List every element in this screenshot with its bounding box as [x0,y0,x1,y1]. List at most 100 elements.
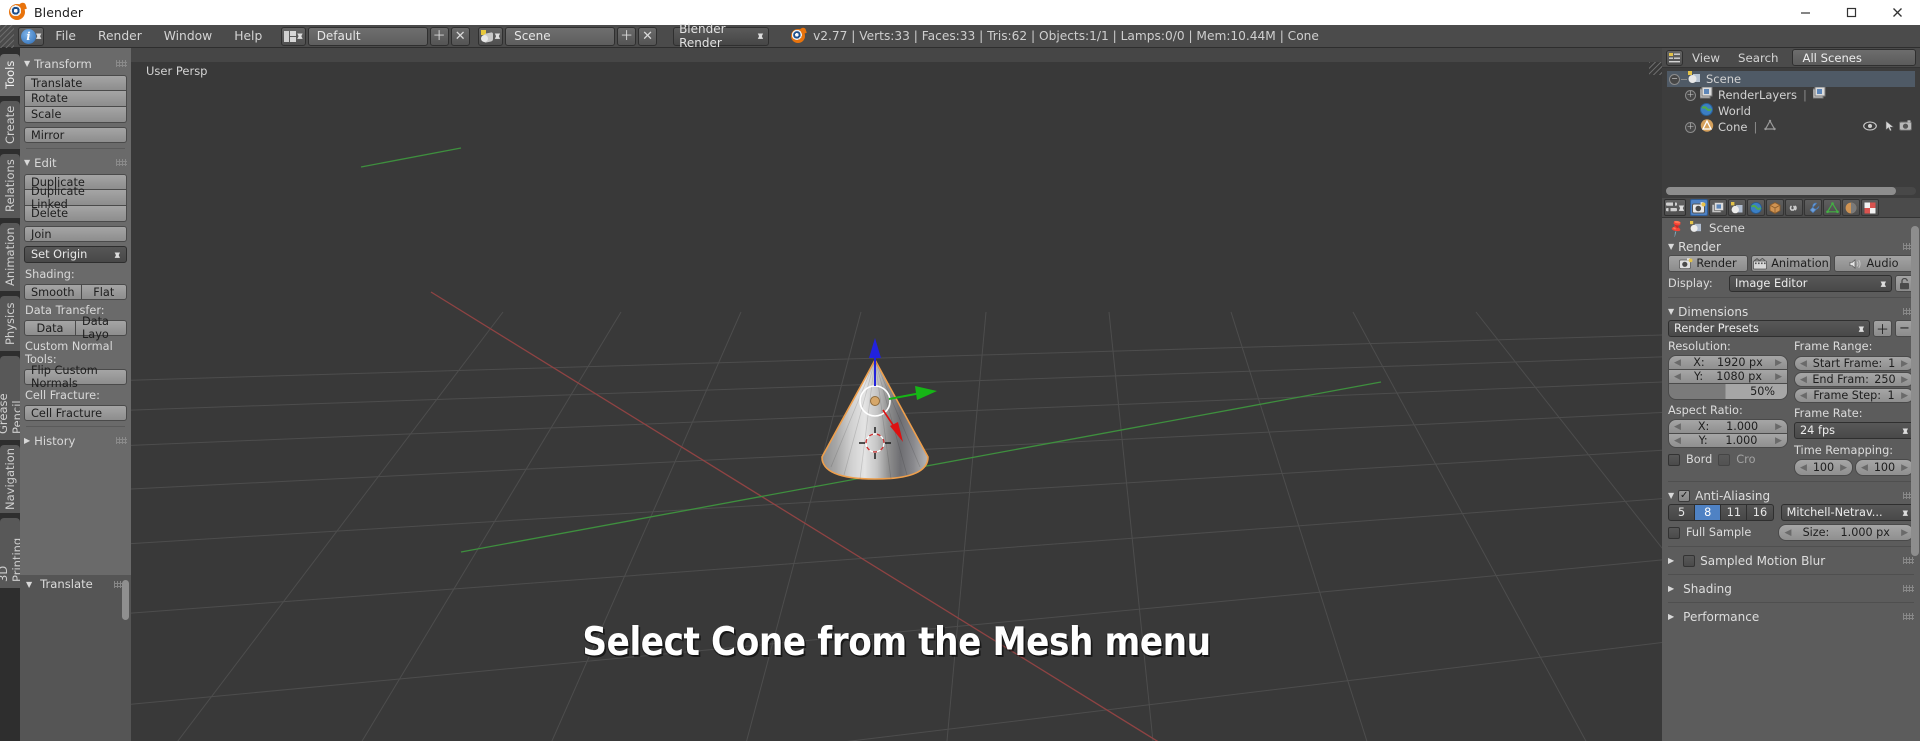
properties-tab-texture[interactable] [1861,199,1879,216]
outliner-display-mode[interactable]: All Scenes [1791,49,1916,66]
add-preset-button[interactable]: ＋ [1873,320,1892,338]
flip-custom-normals-button[interactable]: Flip Custom Normals [24,364,127,390]
tab-animation[interactable]: Animation [0,223,20,291]
aspect-y-field[interactable]: ◀ Y: 1.000 ▶ [1668,433,1788,448]
motion-blur-checkbox[interactable] [1683,554,1696,567]
right-arrow-icon[interactable]: ▶ [1901,375,1908,385]
outliner-row-renderlayers[interactable]: ＋ RenderLayers | [1667,86,1915,103]
full-sample-checkbox[interactable] [1668,526,1680,539]
properties-tab-render-layers[interactable] [1709,199,1727,216]
antialiasing-checkbox[interactable]: ✓ [1678,489,1691,502]
aspect-x-field[interactable]: ◀ X: 1.000 ▶ [1668,419,1788,434]
tab-grease-pencil[interactable]: Grease Pencil [0,356,24,440]
screen-layout-icon[interactable]: ▲ ▼ [281,26,306,46]
properties-scrollbar[interactable] [1911,226,1919,556]
data-layout-button[interactable]: Data Layo [76,315,127,341]
performance-panel-header[interactable]: ▶ Performance [1662,608,1920,625]
frame-step-field[interactable]: ◀ Frame Step: 1 ▶ [1794,388,1914,403]
aa-sample-16[interactable]: 16 [1747,504,1774,521]
flat-button[interactable]: Flat [81,284,127,300]
tab-3d-printing[interactable]: 3D Printing [0,518,24,588]
tab-tools[interactable]: Tools [0,54,20,96]
right-arrow-icon[interactable]: ▶ [1901,391,1908,401]
crop-checkbox[interactable] [1718,453,1731,466]
right-arrow-icon[interactable]: ▶ [1901,359,1908,369]
join-button[interactable]: Join [24,226,127,242]
render-audio-button[interactable]: Audio [1834,255,1914,272]
aa-sample-11[interactable]: 11 [1721,504,1748,521]
render-engine-selector[interactable]: Blender Render ▲ ▼ [673,22,770,50]
left-arrow-icon[interactable]: ◀ [1674,372,1681,382]
aa-sample-5[interactable]: 5 [1668,504,1696,521]
translate-button[interactable]: Translate [24,75,127,91]
resolution-y-field[interactable]: ◀ Y: 1080 px ▶ [1668,369,1788,384]
right-arrow-icon[interactable]: ▶ [1901,528,1908,538]
properties-tab-material[interactable] [1842,199,1860,216]
maximize-button[interactable] [1828,0,1874,25]
add-scene-button[interactable]: ＋ [617,26,637,46]
tab-create[interactable]: Create [0,101,20,149]
rotate-button[interactable]: Rotate [24,91,127,107]
history-section-header[interactable]: ▶ History [24,432,127,449]
aa-size-field[interactable]: ◀ Size: 1.000 px ▶ [1778,524,1914,541]
cell-fracture-button[interactable]: Cell Fracture [24,405,127,421]
dimensions-panel-header[interactable]: ▼ Dimensions [1662,303,1920,320]
properties-tab-constraints[interactable] [1785,199,1803,216]
edit-section-header[interactable]: ▼ Edit [24,154,127,171]
translate-panel-header[interactable]: ▼ Translate [20,575,131,593]
tab-relations[interactable]: Relations [0,154,20,218]
remap-old-field[interactable]: ◀ 100 ▶ [1794,459,1853,476]
transform-section-header[interactable]: ▼ Transform [24,55,127,72]
right-arrow-icon[interactable]: ▶ [1775,422,1782,432]
scene-name[interactable]: Scene [505,26,616,46]
aa-filter-dropdown[interactable]: Mitchell-Netrav... ▲ ▼ [1780,504,1914,521]
outliner-menu-search[interactable]: Search [1729,51,1788,65]
left-arrow-icon[interactable]: ◀ [1674,422,1681,432]
left-arrow-icon[interactable]: ◀ [1800,359,1807,369]
editor-type-selector[interactable]: i ▲ ▼ [18,26,45,46]
renderability-camera-icon[interactable] [1899,120,1912,134]
collapse-icon[interactable]: − [1669,73,1680,85]
render-panel-header[interactable]: ▼ Render [1662,238,1920,255]
outliner-menu-view[interactable]: View [1683,51,1729,65]
visibility-eye-icon[interactable] [1863,120,1877,134]
sampled-motion-blur-header[interactable]: ▶ Sampled Motion Blur [1662,552,1920,569]
right-arrow-icon[interactable]: ▶ [1775,372,1782,382]
properties-editor-icon[interactable]: ▲ ▼ [1664,199,1686,216]
screen-layout-name[interactable]: Default [307,26,428,46]
left-arrow-icon[interactable]: ◀ [1674,358,1681,368]
outliner-row-cone[interactable]: ＋ Cone | [1667,119,1915,135]
aa-sample-8[interactable]: 8 [1695,504,1722,521]
scale-button[interactable]: Scale [24,107,127,123]
menu-help[interactable]: Help [223,25,273,48]
remap-new-field[interactable]: ◀ 100 ▶ [1855,459,1914,476]
right-arrow-icon[interactable]: ▶ [1901,463,1908,473]
delete-scene-button[interactable]: ✕ [638,26,658,46]
outliner-scrollbar[interactable] [1666,187,1896,195]
tab-navigation[interactable]: Navigation [0,445,20,513]
selectability-cursor-icon[interactable] [1885,119,1895,135]
outliner-editor-icon[interactable] [1666,49,1683,66]
start-frame-field[interactable]: ◀ Start Frame: 1 ▶ [1794,356,1914,371]
3d-viewport[interactable]: User Persp Select Cone from the Mesh men… [131,48,1662,741]
data-button[interactable]: Data [24,320,76,336]
left-arrow-icon[interactable]: ◀ [1674,436,1681,446]
display-mode-dropdown[interactable]: Image Editor ▲ ▼ [1729,275,1892,292]
left-arrow-icon[interactable]: ◀ [1800,375,1807,385]
outliner-row-world[interactable]: World [1667,103,1915,119]
render-presets-dropdown[interactable]: Render Presets ▲ ▼ [1668,320,1870,337]
resolution-percentage-slider[interactable]: 50% [1668,383,1788,400]
properties-tab-scene[interactable] [1728,199,1746,216]
properties-tab-object-data[interactable] [1823,199,1841,216]
right-arrow-icon[interactable]: ▶ [1775,436,1782,446]
left-arrow-icon[interactable]: ◀ [1861,463,1868,473]
fps-dropdown[interactable]: 24 fps ▲ ▼ [1794,422,1914,439]
pin-icon[interactable]: 📌 [1666,218,1686,238]
mesh-data-icon[interactable] [1763,119,1777,135]
render-image-button[interactable]: Render [1668,255,1748,272]
close-button[interactable] [1874,0,1920,25]
operator-panel-scrollbar[interactable] [122,580,129,620]
scene-icon[interactable]: ▲ ▼ [477,26,504,46]
expand-icon[interactable]: ＋ [1685,89,1696,101]
menu-window[interactable]: Window [153,25,224,48]
